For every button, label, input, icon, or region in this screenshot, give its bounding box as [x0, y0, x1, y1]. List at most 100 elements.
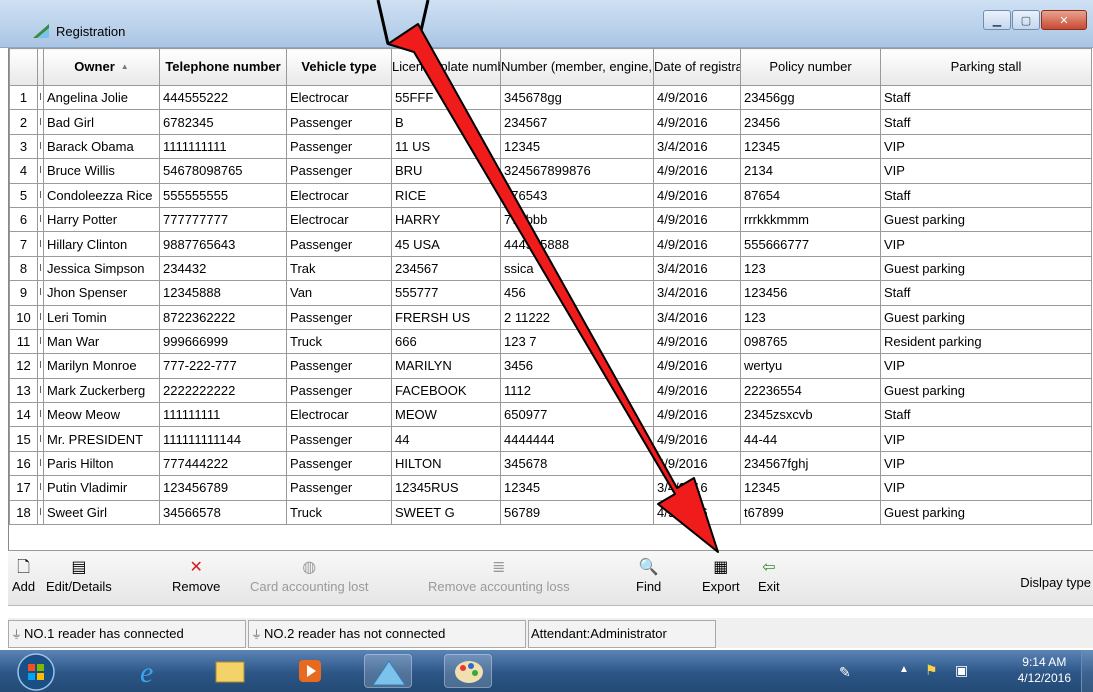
- column-header-license-plate[interactable]: License plate number: [391, 48, 501, 86]
- table-row[interactable]: 9 I Jhon Spenser 12345888 Van 555777 456 3/4/20…: [9, 280, 1092, 306]
- cell-date[interactable]: 4/9/2016: [653, 499, 741, 526]
- table-row[interactable]: 4 I Bruce Willis 54678098765 Passenger BRU 324…: [9, 158, 1092, 184]
- cell-date[interactable]: 3/4/2016: [653, 255, 741, 282]
- cell-phone[interactable]: 8722362222: [159, 304, 287, 330]
- cell-stall[interactable]: Staff: [880, 182, 1092, 208]
- show-desktop-button[interactable]: [1081, 650, 1093, 692]
- cell-phone[interactable]: 444555222: [159, 84, 287, 111]
- cell-owner[interactable]: Jhon Spenser: [43, 280, 160, 306]
- cell-owner[interactable]: Condoleezza Rice: [43, 182, 160, 208]
- cell-policy[interactable]: t67899: [740, 499, 881, 526]
- display-type-button[interactable]: Dislpay type: [1020, 575, 1091, 590]
- cell-number[interactable]: 324567899876: [500, 158, 654, 184]
- cell-vehicle[interactable]: Passenger: [286, 450, 392, 477]
- cell-number[interactable]: 777bbb: [500, 206, 654, 233]
- table-row[interactable]: 3 I Barack Obama 1111111111 Passenger 11 US 12…: [9, 133, 1092, 160]
- cell-vehicle[interactable]: Van: [286, 280, 392, 306]
- explorer-icon[interactable]: [206, 654, 254, 688]
- cell-owner[interactable]: Bad Girl: [43, 109, 160, 135]
- cell-policy[interactable]: 12345: [740, 475, 881, 501]
- cell-number[interactable]: 12345: [500, 475, 654, 501]
- cell-number[interactable]: 123 7: [500, 328, 654, 355]
- cell-phone[interactable]: 777444222: [159, 450, 287, 477]
- cell-plate[interactable]: 666: [391, 328, 501, 355]
- cell-owner[interactable]: Barack Obama: [43, 133, 160, 160]
- cell-plate[interactable]: BRU: [391, 158, 501, 184]
- cell-stall[interactable]: VIP: [880, 450, 1092, 477]
- cell-number[interactable]: 1112: [500, 377, 654, 404]
- cell-stall[interactable]: VIP: [880, 353, 1092, 379]
- table-row[interactable]: 17 I Putin Vladimir 123456789 Passenger 12345…: [9, 475, 1092, 501]
- cell-phone[interactable]: 777-222-777: [159, 353, 287, 379]
- cell-policy[interactable]: wertyu: [740, 353, 881, 379]
- table-row[interactable]: 6 I Harry Potter 777777777 Electrocar HARRY 77…: [9, 206, 1092, 233]
- add-button[interactable]: 🗋 Add: [12, 557, 35, 594]
- column-header-vehicle-type[interactable]: Vehicle type: [286, 48, 392, 86]
- column-header-number[interactable]: Number (member, engine, etc.): [500, 48, 654, 86]
- cell-policy[interactable]: rrrkkkmmm: [740, 206, 881, 233]
- cell-number[interactable]: 444555888: [500, 231, 654, 257]
- cell-phone[interactable]: 9887765643: [159, 231, 287, 257]
- cell-plate[interactable]: 44: [391, 426, 501, 452]
- table-row[interactable]: 8 I Jessica Simpson 234432 Trak 234567 ssica 3/…: [9, 255, 1092, 282]
- cell-date[interactable]: 3/4/2016: [653, 475, 741, 501]
- cell-plate[interactable]: HILTON: [391, 450, 501, 477]
- table-row[interactable]: 2 I Bad Girl 6782345 Passenger B 234567 4/9/201…: [9, 109, 1092, 135]
- cell-owner[interactable]: Hillary Clinton: [43, 231, 160, 257]
- cell-plate[interactable]: 555777: [391, 280, 501, 306]
- cell-date[interactable]: 3/4/2016: [653, 133, 741, 160]
- cell-owner[interactable]: Meow Meow: [43, 402, 160, 428]
- cell-stall[interactable]: VIP: [880, 475, 1092, 501]
- cell-plate[interactable]: FRERSH US: [391, 304, 501, 330]
- cell-plate[interactable]: 234567: [391, 255, 501, 282]
- cell-owner[interactable]: Mark Zuckerberg: [43, 377, 160, 404]
- column-header-parking-stall[interactable]: Parking stall: [880, 48, 1092, 86]
- cell-number[interactable]: 3456: [500, 353, 654, 379]
- cell-stall[interactable]: Guest parking: [880, 499, 1092, 526]
- cell-policy[interactable]: 44-44: [740, 426, 881, 452]
- cell-number[interactable]: 650977: [500, 402, 654, 428]
- table-row[interactable]: 13 I Mark Zuckerberg 2222222222 Passenger FAC…: [9, 377, 1092, 404]
- cell-date[interactable]: 4/9/2016: [653, 402, 741, 428]
- cell-vehicle[interactable]: Passenger: [286, 426, 392, 452]
- cell-owner[interactable]: Angelina Jolie: [43, 84, 160, 111]
- cell-vehicle[interactable]: Passenger: [286, 231, 392, 257]
- cell-phone[interactable]: 234432: [159, 255, 287, 282]
- cell-policy[interactable]: 87654: [740, 182, 881, 208]
- cell-plate[interactable]: 12345RUS: [391, 475, 501, 501]
- remove-accounting-loss-button[interactable]: ≣ Remove accounting loss: [428, 557, 570, 594]
- column-header-policy[interactable]: Policy number: [740, 48, 881, 86]
- cell-phone[interactable]: 111111111144: [159, 426, 287, 452]
- cell-plate[interactable]: MEOW: [391, 402, 501, 428]
- cell-number[interactable]: 876543: [500, 182, 654, 208]
- cell-policy[interactable]: 2134: [740, 158, 881, 184]
- cell-phone[interactable]: 123456789: [159, 475, 287, 501]
- media-player-icon[interactable]: [286, 654, 334, 688]
- cell-stall[interactable]: Guest parking: [880, 377, 1092, 404]
- cell-stall[interactable]: Staff: [880, 402, 1092, 428]
- cell-stall[interactable]: VIP: [880, 426, 1092, 452]
- registration-grid[interactable]: Owner ▲ Telephone number Vehicle type Lic…: [8, 48, 1093, 550]
- cell-stall[interactable]: VIP: [880, 158, 1092, 184]
- cell-phone[interactable]: 999666999: [159, 328, 287, 355]
- cell-phone[interactable]: 2222222222: [159, 377, 287, 404]
- cell-vehicle[interactable]: Truck: [286, 499, 392, 526]
- cell-vehicle[interactable]: Trak: [286, 255, 392, 282]
- clock[interactable]: 9:14 AM 4/12/2016: [1018, 654, 1071, 686]
- cell-owner[interactable]: Paris Hilton: [43, 450, 160, 477]
- cell-date[interactable]: 3/4/2016: [653, 304, 741, 330]
- table-row[interactable]: 5 I Condoleezza Rice 555555555 Electrocar RIC…: [9, 182, 1092, 208]
- cell-policy[interactable]: 234567fghj: [740, 450, 881, 477]
- cell-owner[interactable]: Mr. PRESIDENT: [43, 426, 160, 452]
- cell-phone[interactable]: 6782345: [159, 109, 287, 135]
- cell-phone[interactable]: 555555555: [159, 182, 287, 208]
- cell-plate[interactable]: B: [391, 109, 501, 135]
- cell-policy[interactable]: 23456gg: [740, 84, 881, 111]
- handwriting-icon[interactable]: ✎: [839, 664, 851, 681]
- maximize-button[interactable]: ▢: [1012, 10, 1040, 30]
- cell-policy[interactable]: 123: [740, 304, 881, 330]
- cell-vehicle[interactable]: Passenger: [286, 353, 392, 379]
- cell-phone[interactable]: 34566578: [159, 499, 287, 526]
- cell-vehicle[interactable]: Passenger: [286, 304, 392, 330]
- cell-vehicle[interactable]: Electrocar: [286, 182, 392, 208]
